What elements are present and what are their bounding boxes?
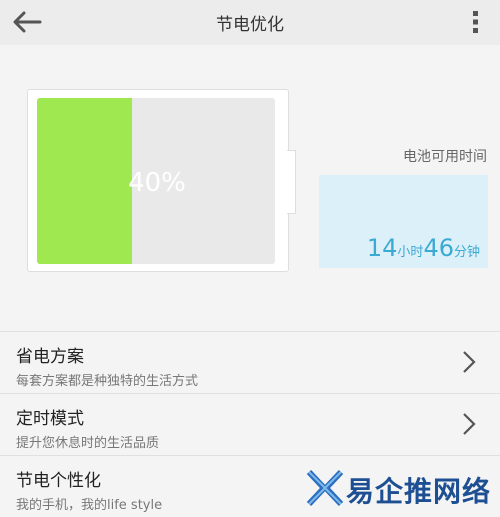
battery-terminal [287,150,296,214]
battery-graphic: 40% [27,89,289,272]
top-bar: 节电优化 [0,0,500,45]
battery-percent: 40% [128,168,186,198]
more-options-button[interactable] [466,8,486,36]
hours-unit: 小时 [397,245,424,260]
more-vertical-icon [473,11,478,33]
minutes-unit: 分钟 [453,245,480,260]
chevron-right-icon [463,351,476,373]
remaining-time-box: 14小时46分钟 [319,175,488,268]
watermark-text: 易企推网络 [346,475,492,508]
chevron-right-icon [463,413,476,435]
battery-body: 40% [37,98,275,264]
remaining-time-label: 电池可用时间 [403,149,487,165]
menu-item-subtitle: 提升您休息时的生活品质 [16,436,160,451]
watermark-logo-icon [306,469,344,507]
menu-item-title: 定时模式 [16,409,84,429]
remaining-minutes: 46 [423,234,454,262]
remaining-hours: 14 [366,234,398,262]
page-title: 节电优化 [216,15,284,35]
menu-item-subtitle: 每套方案都是种独特的生活方式 [16,374,199,389]
menu-item-timer-mode[interactable]: 定时模式 提升您休息时的生活品质 [0,393,500,455]
menu-item-title: 省电方案 [16,347,84,367]
remaining-time-value: 14小时46分钟 [367,234,480,262]
watermark-logo: 易企推网络 [306,468,496,510]
menu-item-title: 节电个性化 [16,471,101,491]
menu-item-subtitle: 我的手机，我的life style [16,498,163,513]
menu-item-power-saving-plan[interactable]: 省电方案 每套方案都是种独特的生活方式 [0,331,500,393]
